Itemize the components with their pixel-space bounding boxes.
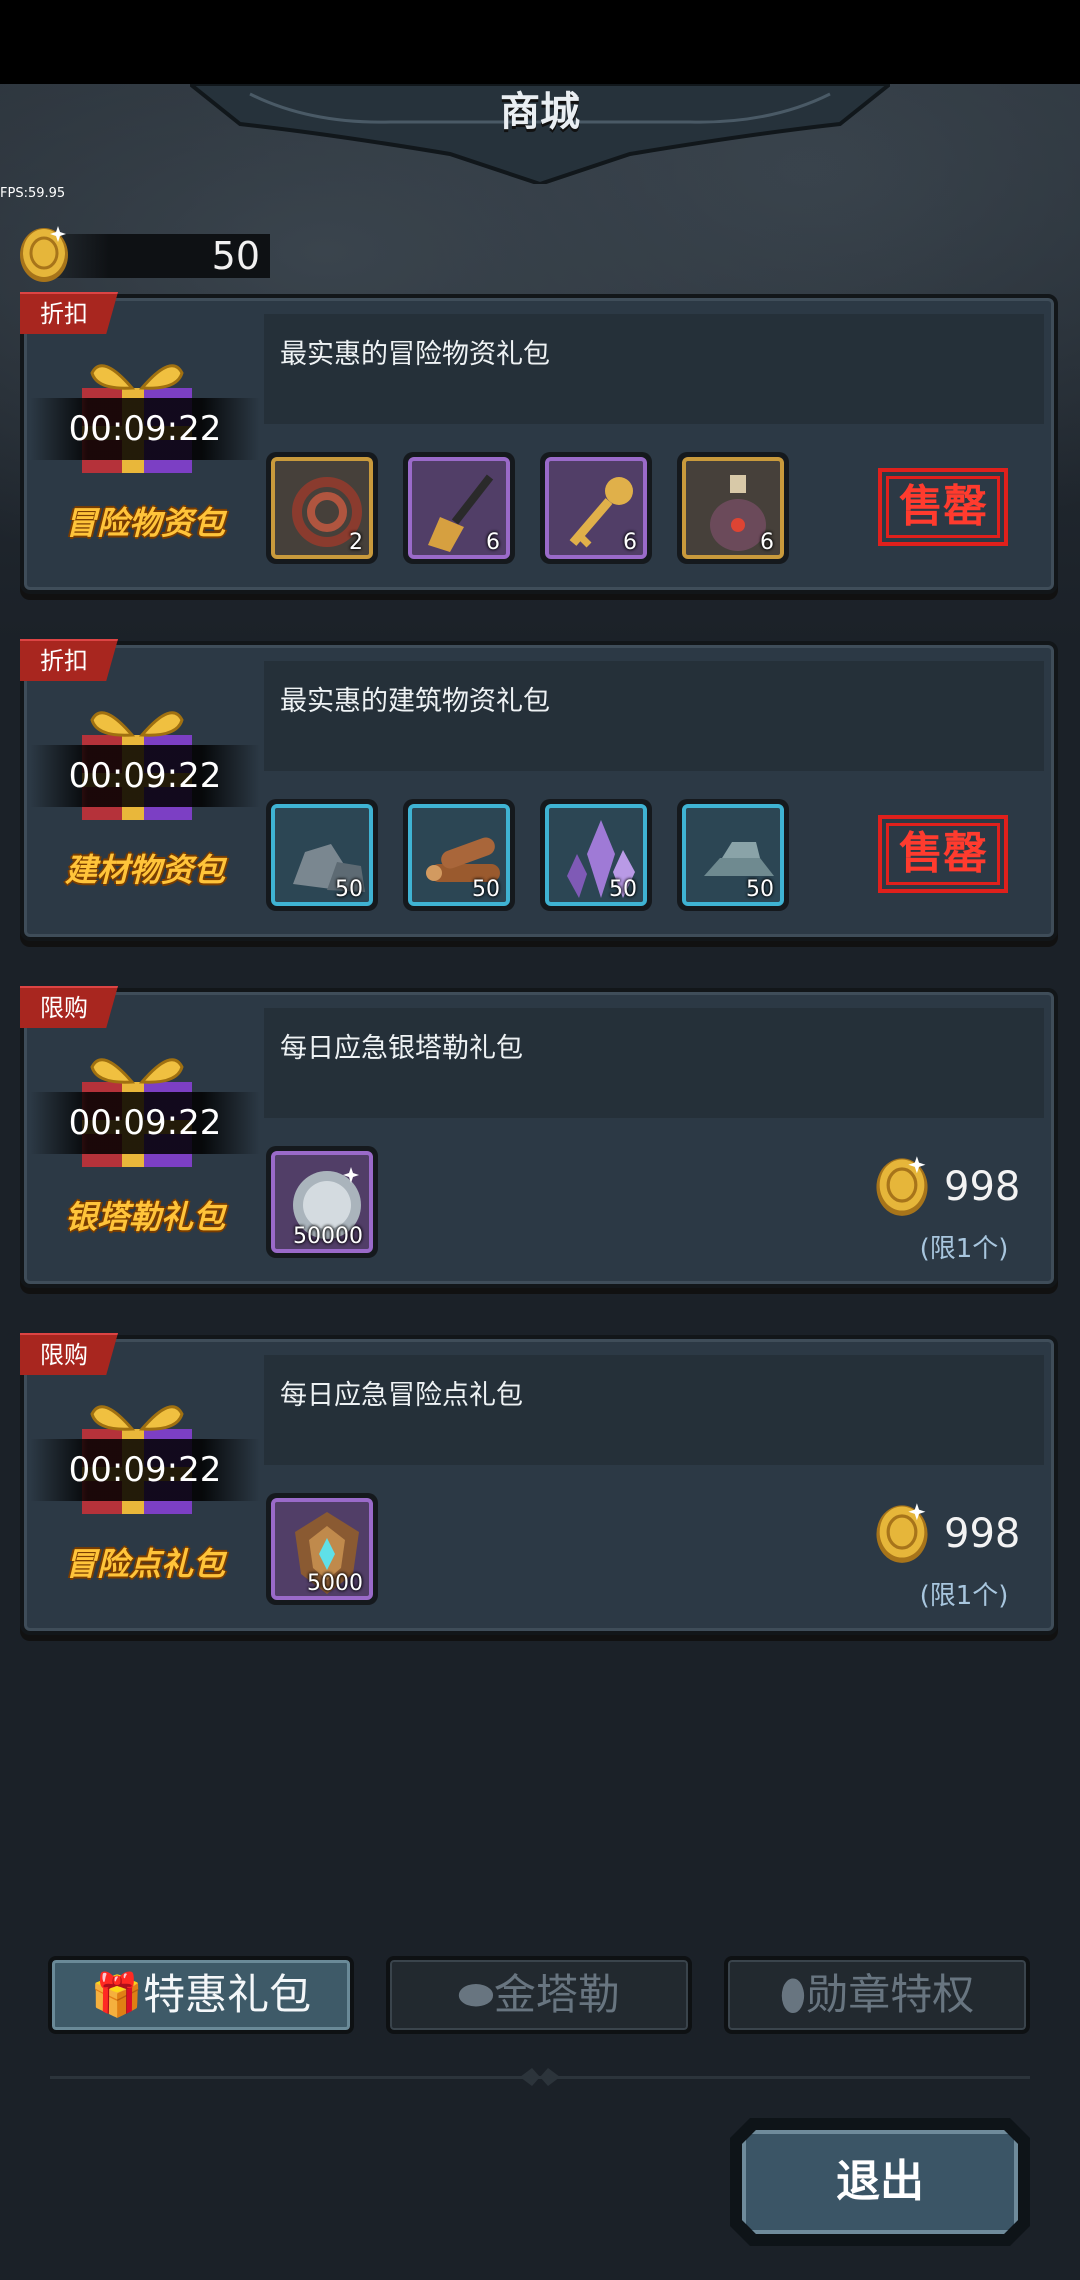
pack-name: 冒险物资包 [64,504,225,542]
reward-item[interactable]: 6 [677,452,789,564]
gift-icon: 🎁 [90,1970,144,2019]
status-bar [0,0,1080,84]
pack-description: 最实惠的冒险物资礼包 [280,339,550,370]
exit-button[interactable]: 退出 [730,2118,1030,2246]
pack-description: 每日应急冒险点礼包 [280,1380,523,1411]
pack-description: 最实惠的建筑物资礼包 [280,686,550,717]
pack-name: 银塔勒礼包 [64,1198,225,1236]
countdown-timer: 00:09:22 [68,1103,222,1143]
purchase-limit: (限1个) [919,1581,1009,1611]
divider-ornament [520,2068,560,2086]
tab-medal-privilege[interactable]: ⬮勋章特权 [724,1956,1030,2034]
limited-tag: 限购 [20,986,118,1028]
tab-special-offers[interactable]: 🎁特惠礼包 [48,1956,354,2034]
tab-gold-taler[interactable]: ⬬金塔勒 [386,1956,692,2034]
pack-card: 限购 00:09:22 冒险点礼包 每日应急冒险点礼包 5000 998 (限1… [20,1333,1058,1635]
gold-coin-icon [20,226,68,282]
sold-out-stamp: 售罄 [878,815,1008,893]
reward-item[interactable]: 2 [266,452,378,564]
pack-description: 每日应急银塔勒礼包 [280,1033,523,1064]
reward-item[interactable]: 50 [677,799,789,911]
price-value: 998 [944,1511,1021,1557]
pack-name: 冒险点礼包 [64,1545,225,1583]
sold-out-stamp: 售罄 [878,468,1008,546]
coin-icon: ⬬ [458,1970,494,2019]
reward-item[interactable]: 50 [403,799,515,911]
reward-item[interactable]: 6 [403,452,515,564]
discount-tag: 折扣 [20,292,118,334]
discount-tag: 折扣 [20,639,118,681]
pack-card: 折扣 00:09:22 建材物资包 最实惠的建筑物资礼包 50 50 50 50… [20,639,1058,941]
medal-icon: ⬮ [779,1970,807,2019]
reward-item[interactable]: 50 [266,799,378,911]
countdown-timer: 00:09:22 [68,1450,222,1490]
reward-item[interactable]: 5000 [266,1493,378,1605]
pack-card: 折扣 00:09:22 冒险物资包 最实惠的冒险物资礼包 2 6 6 6 售罄 [20,292,1058,594]
price-value: 998 [944,1164,1021,1210]
page-title: 商城 [500,89,580,135]
countdown-timer: 00:09:22 [68,409,222,449]
reward-item[interactable]: 6 [540,452,652,564]
price[interactable]: 998 [872,1152,1032,1222]
countdown-timer: 00:09:22 [68,756,222,796]
reward-item[interactable]: 50000 [266,1146,378,1258]
gold-coin-icon [876,1156,928,1216]
fps-counter: FPS:59.95 [0,186,66,201]
gold-coin-icon [876,1503,928,1563]
limited-tag: 限购 [20,1333,118,1375]
price[interactable]: 998 [872,1499,1032,1569]
reward-item[interactable]: 50 [540,799,652,911]
pack-name: 建材物资包 [64,851,225,889]
pack-card: 限购 00:09:22 银塔勒礼包 每日应急银塔勒礼包 50000 998 (限… [20,986,1058,1288]
currency-amount: 50 [211,234,260,278]
purchase-limit: (限1个) [919,1234,1009,1264]
